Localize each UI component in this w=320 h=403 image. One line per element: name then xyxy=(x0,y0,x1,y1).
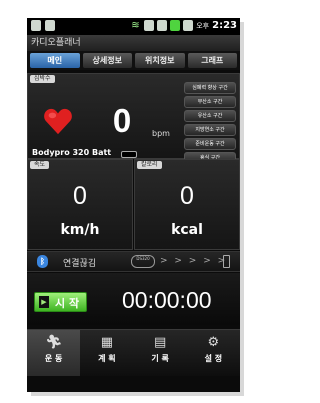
start-button[interactable]: ▶ 시 작 xyxy=(34,292,87,312)
heart-icon xyxy=(44,108,72,135)
heart-rate-zones: 심폐력 향상 구간 무산소 구간 유산소 구간 지방연소 구간 준비운동 구간 … xyxy=(184,82,236,164)
plan-icon: ▦ xyxy=(100,335,114,350)
calories-label: 칼로리 xyxy=(137,161,162,169)
zone-anaerobic[interactable]: 무산소 구간 xyxy=(184,96,236,108)
speed-panel: 속도 0 km/h xyxy=(27,159,133,250)
connection-arrows: > > > > > xyxy=(160,256,228,266)
wifi-icon: ≋ xyxy=(131,20,140,31)
android-icon xyxy=(45,20,55,31)
heart-rate-panel: 심박수 0 bpm 심폐력 향상 구간 무산소 구간 유산소 구간 지방연소 구… xyxy=(27,73,240,164)
usb-icon xyxy=(31,20,41,31)
sensor-device-icon: DS320 xyxy=(131,255,155,268)
run-icon: 🏃︎ xyxy=(45,335,63,350)
calories-value: 0 xyxy=(180,182,194,210)
connection-bar: ᛒ 연결끊김 DS320 > > > > > xyxy=(27,251,240,272)
nav-settings[interactable]: ⚙ 설 정 xyxy=(187,330,240,376)
volume-icon xyxy=(144,20,155,31)
status-ampm: 오후 xyxy=(196,21,210,30)
elapsed-timer: 00:00:00 xyxy=(122,287,212,313)
heart-rate-label: 심박수 xyxy=(30,75,55,83)
battery-icon xyxy=(170,20,181,31)
status-time: 2:23 xyxy=(212,20,237,31)
connection-status: 연결끊김 xyxy=(63,259,97,269)
calories-panel: 칼로리 0 kcal xyxy=(134,159,240,250)
heart-rate-value: 0 xyxy=(112,102,132,139)
speed-value: 0 xyxy=(73,182,87,210)
workout-control-bar: ▶ 시 작 00:00:00 xyxy=(27,273,240,325)
settings-icon: ⚙ xyxy=(207,335,220,350)
heart-rate-unit: bpm xyxy=(152,129,170,138)
nav-record[interactable]: ▤ 기 록 xyxy=(134,330,187,376)
nav-record-label: 기 록 xyxy=(151,354,169,363)
phone-icon xyxy=(223,255,230,268)
tab-graph[interactable]: 그래프 xyxy=(187,53,237,68)
device-battery-icon xyxy=(121,151,137,158)
nav-plan-label: 계 획 xyxy=(98,354,116,363)
tab-main[interactable]: 메인 xyxy=(30,53,80,68)
bottom-nav: 🏃︎ 운 동 ▦ 계 획 ▤ 기 록 ⚙ 설 정 xyxy=(27,329,240,376)
nav-exercise[interactable]: 🏃︎ 운 동 xyxy=(27,330,81,376)
nav-plan[interactable]: ▦ 계 획 xyxy=(80,330,133,376)
device-battery-label: Bodypro 320 Batt xyxy=(32,148,112,157)
app-title: 카디오플래너 xyxy=(27,35,240,51)
nav-settings-label: 설 정 xyxy=(204,354,223,363)
record-icon: ▤ xyxy=(153,335,167,350)
zone-warmup[interactable]: 준비운동 구간 xyxy=(184,138,236,150)
speed-label: 속도 xyxy=(30,161,50,169)
calories-unit: kcal xyxy=(171,222,203,238)
zone-cardio-improvement[interactable]: 심폐력 향상 구간 xyxy=(184,82,236,94)
device-code: DS320 xyxy=(136,256,150,261)
speed-unit: km/h xyxy=(60,222,100,238)
alarm-icon xyxy=(183,20,194,31)
phone-screen: ≋ 오후 2:23 카디오플래너 메인 상세정보 위치정보 그래프 심박수 0 … xyxy=(27,18,240,392)
zone-fat-burn[interactable]: 지방연소 구간 xyxy=(184,124,236,136)
zone-aerobic[interactable]: 유산소 구간 xyxy=(184,110,236,122)
tab-details[interactable]: 상세정보 xyxy=(82,53,132,68)
play-icon: ▶ xyxy=(39,296,49,308)
tab-location[interactable]: 위치정보 xyxy=(135,53,185,68)
start-button-label: 시 작 xyxy=(55,297,80,310)
tab-bar: 메인 상세정보 위치정보 그래프 xyxy=(27,51,240,70)
signal-icon xyxy=(157,20,168,31)
nav-exercise-label: 운 동 xyxy=(44,354,63,363)
status-bar: ≋ 오후 2:23 xyxy=(27,18,240,35)
bluetooth-icon[interactable]: ᛒ xyxy=(37,255,48,268)
